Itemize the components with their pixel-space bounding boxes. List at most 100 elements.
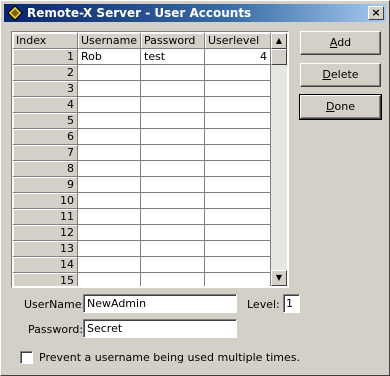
table-row[interactable]: 12 [13,225,271,241]
username-cell[interactable] [78,209,141,225]
table-row[interactable]: 11 [13,209,271,225]
user-accounts-window: Remote-X Server - User Accounts × Index … [0,0,390,376]
scroll-thumb[interactable] [271,49,287,65]
title-bar[interactable]: Remote-X Server - User Accounts × [4,4,386,22]
username-label: UserName: [24,298,86,311]
userlevel-cell[interactable] [205,161,271,177]
userlevel-cell[interactable] [205,81,271,97]
row-index-cell: 4 [13,97,78,113]
window-title: Remote-X Server - User Accounts [27,6,252,20]
accounts-grid[interactable]: Index Username Password Userlevel 1 Rob te… [11,31,289,288]
row-index-cell: 10 [13,193,78,209]
password-field[interactable]: Secret [83,319,237,338]
arrow-down-icon: ▼ [275,273,283,282]
password-cell[interactable] [141,209,205,225]
username-cell[interactable] [78,113,141,129]
username-cell[interactable] [78,97,141,113]
scroll-up-button[interactable]: ▲ [271,33,287,49]
password-cell[interactable] [141,97,205,113]
table-row[interactable]: 7 [13,145,271,161]
username-cell[interactable] [78,273,141,286]
username-cell[interactable] [78,129,141,145]
userlevel-cell[interactable] [205,209,271,225]
username-cell[interactable]: Rob [78,49,141,65]
column-header-index[interactable]: Index [13,33,78,49]
table-row[interactable]: 4 [13,97,271,113]
delete-button[interactable]: Delete [300,63,381,87]
username-cell[interactable] [78,177,141,193]
level-field[interactable]: 1 [283,294,300,313]
password-cell[interactable] [141,225,205,241]
username-cell[interactable] [78,241,141,257]
row-index-cell: 1 [13,49,78,65]
username-cell[interactable] [78,193,141,209]
row-index-cell: 15 [13,273,78,286]
table-row[interactable]: 9 [13,177,271,193]
userlevel-cell[interactable] [205,257,271,273]
table-row[interactable]: 5 [13,113,271,129]
close-button[interactable]: × [368,6,384,20]
table-row[interactable]: 10 [13,193,271,209]
password-cell[interactable] [141,241,205,257]
username-cell[interactable] [78,161,141,177]
close-icon: × [371,6,381,19]
grid-vertical-scrollbar[interactable]: ▲ ▼ [271,33,287,286]
row-index-cell: 9 [13,177,78,193]
userlevel-cell[interactable] [205,193,271,209]
row-index-cell: 2 [13,65,78,81]
scroll-down-button[interactable]: ▼ [271,270,287,286]
table-row[interactable]: 14 [13,257,271,273]
done-button[interactable]: Done [299,94,382,120]
password-cell[interactable] [141,113,205,129]
password-cell[interactable] [141,129,205,145]
row-index-cell: 12 [13,225,78,241]
userlevel-cell[interactable] [205,241,271,257]
password-cell[interactable] [141,65,205,81]
add-button[interactable]: Add [300,31,381,55]
column-header-userlevel[interactable]: Userlevel [205,33,271,49]
prevent-duplicate-label[interactable]: Prevent a username being used multiple t… [39,351,300,364]
username-field[interactable]: NewAdmin [83,294,237,313]
username-cell[interactable] [78,225,141,241]
grid-body: Index Username Password Userlevel 1 Rob te… [13,33,271,286]
userlevel-cell[interactable] [205,177,271,193]
userlevel-cell[interactable] [205,273,271,286]
table-row[interactable]: 15 [13,273,271,286]
password-cell[interactable]: test [141,49,205,65]
table-row[interactable]: 2 [13,65,271,81]
table-row[interactable]: 8 [13,161,271,177]
row-index-cell: 14 [13,257,78,273]
column-header-password[interactable]: Password [141,33,205,49]
userlevel-cell[interactable] [205,97,271,113]
username-cell[interactable] [78,257,141,273]
app-icon [7,5,23,21]
row-index-cell: 3 [13,81,78,97]
password-cell[interactable] [141,177,205,193]
prevent-duplicate-checkbox[interactable] [20,351,33,364]
arrow-up-icon: ▲ [275,36,283,45]
userlevel-cell[interactable] [205,225,271,241]
password-cell[interactable] [141,145,205,161]
password-cell[interactable] [141,273,205,286]
table-row[interactable]: 3 [13,81,271,97]
username-cell[interactable] [78,145,141,161]
password-cell[interactable] [141,193,205,209]
password-cell[interactable] [141,161,205,177]
grid-header-row: Index Username Password Userlevel [13,33,271,49]
username-cell[interactable] [78,81,141,97]
userlevel-cell[interactable] [205,145,271,161]
password-cell[interactable] [141,257,205,273]
password-cell[interactable] [141,81,205,97]
column-header-username[interactable]: Username [78,33,141,49]
userlevel-cell[interactable] [205,129,271,145]
row-index-cell: 11 [13,209,78,225]
userlevel-cell[interactable] [205,65,271,81]
table-row[interactable]: 6 [13,129,271,145]
row-index-cell: 5 [13,113,78,129]
userlevel-cell[interactable]: 4 [205,49,271,65]
userlevel-cell[interactable] [205,113,271,129]
password-label: Password: [28,323,84,336]
table-row[interactable]: 13 [13,241,271,257]
table-row[interactable]: 1 Rob test 4 [13,49,271,65]
username-cell[interactable] [78,65,141,81]
